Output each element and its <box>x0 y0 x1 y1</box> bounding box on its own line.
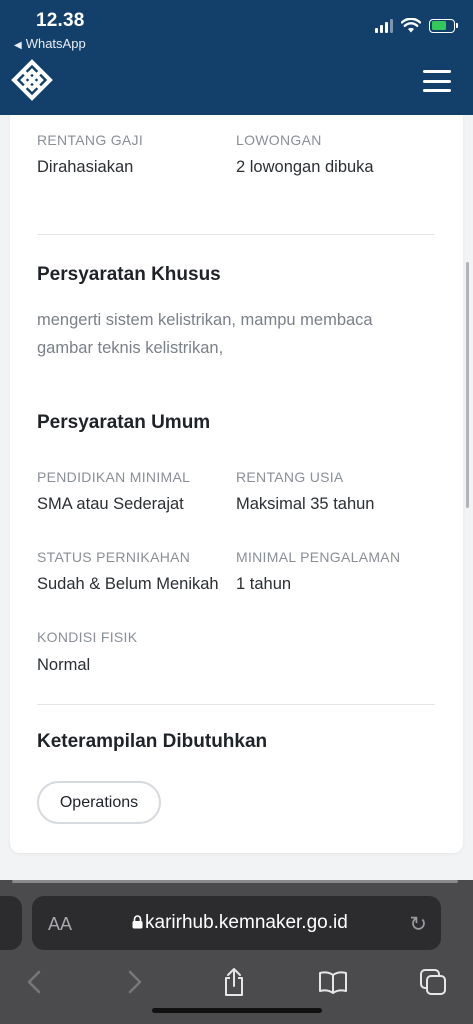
address-bar[interactable]: AA karirhub.kemnaker.go.id ↻ <box>32 896 441 950</box>
required-skills-heading: Keterampilan Dibutuhkan <box>37 731 268 752</box>
browser-chrome: AA karirhub.kemnaker.go.id ↻ <box>0 880 473 1024</box>
vacancy-label: LOWONGAN <box>236 132 322 148</box>
forward-icon[interactable] <box>115 962 155 1002</box>
marital-status-label: STATUS PERNIKAHAN <box>37 549 191 565</box>
back-app-label: WhatsApp <box>25 36 86 51</box>
back-to-app-link[interactable]: ◀ WhatsApp <box>14 36 86 51</box>
salary-range-label: RENTANG GAJI <box>37 132 144 148</box>
back-triangle-icon: ◀ <box>14 40 22 51</box>
age-range-label: RENTANG USIA <box>236 469 344 485</box>
cellular-signal-icon <box>375 18 393 33</box>
lock-icon <box>132 915 143 929</box>
home-indicator <box>152 1008 322 1013</box>
status-time: 12.38 <box>36 10 85 31</box>
marital-status-value: Sudah & Belum Menikah <box>37 575 219 593</box>
status-bar: 12.38 ◀ WhatsApp <box>0 0 473 54</box>
status-icons <box>375 18 458 33</box>
url-text: karirhub.kemnaker.go.id <box>145 912 348 933</box>
bookmarks-icon[interactable] <box>313 962 353 1002</box>
battery-icon <box>429 18 458 33</box>
skill-chip[interactable]: Operations <box>37 781 161 824</box>
special-requirements-heading: Persyaratan Khusus <box>37 264 221 285</box>
section-divider <box>37 234 435 235</box>
min-education-value: SMA atau Sederajat <box>37 495 184 513</box>
physical-condition-label: KONDISI FISIK <box>37 629 138 645</box>
kemnaker-logo-icon[interactable] <box>8 56 56 108</box>
site-header <box>0 54 473 115</box>
physical-condition-value: Normal <box>37 656 91 674</box>
wifi-icon <box>401 18 421 33</box>
browser-toolbar <box>0 960 473 1008</box>
min-education-label: PENDIDIKAN MINIMAL <box>37 469 191 485</box>
text-size-label: AA <box>48 914 73 934</box>
section-divider <box>37 704 435 705</box>
previous-tab-edge[interactable] <box>0 896 22 950</box>
hamburger-menu-icon[interactable] <box>423 70 451 92</box>
age-range-value: Maksimal 35 tahun <box>236 495 375 513</box>
back-icon[interactable] <box>14 962 54 1002</box>
page-scroll-indicator <box>12 880 458 883</box>
share-icon[interactable] <box>214 962 254 1002</box>
job-detail-card: RENTANG GAJI Dirahasiakan LOWONGAN 2 low… <box>10 115 463 853</box>
min-experience-value: 1 tahun <box>236 575 292 593</box>
special-requirements-text: mengerti sistem kelistrikan, mampu memba… <box>37 311 373 357</box>
text-size-button[interactable]: AA <box>48 914 72 935</box>
reload-icon[interactable]: ↻ <box>409 912 427 937</box>
page-scrollbar[interactable] <box>466 262 469 508</box>
salary-range-value: Dirahasiakan <box>37 158 134 176</box>
vacancy-value: 2 lowongan dibuka <box>236 158 374 176</box>
general-requirements-heading: Persyaratan Umum <box>37 412 211 433</box>
min-experience-label: MINIMAL PENGALAMAN <box>236 549 401 565</box>
tabs-icon[interactable] <box>413 962 453 1002</box>
